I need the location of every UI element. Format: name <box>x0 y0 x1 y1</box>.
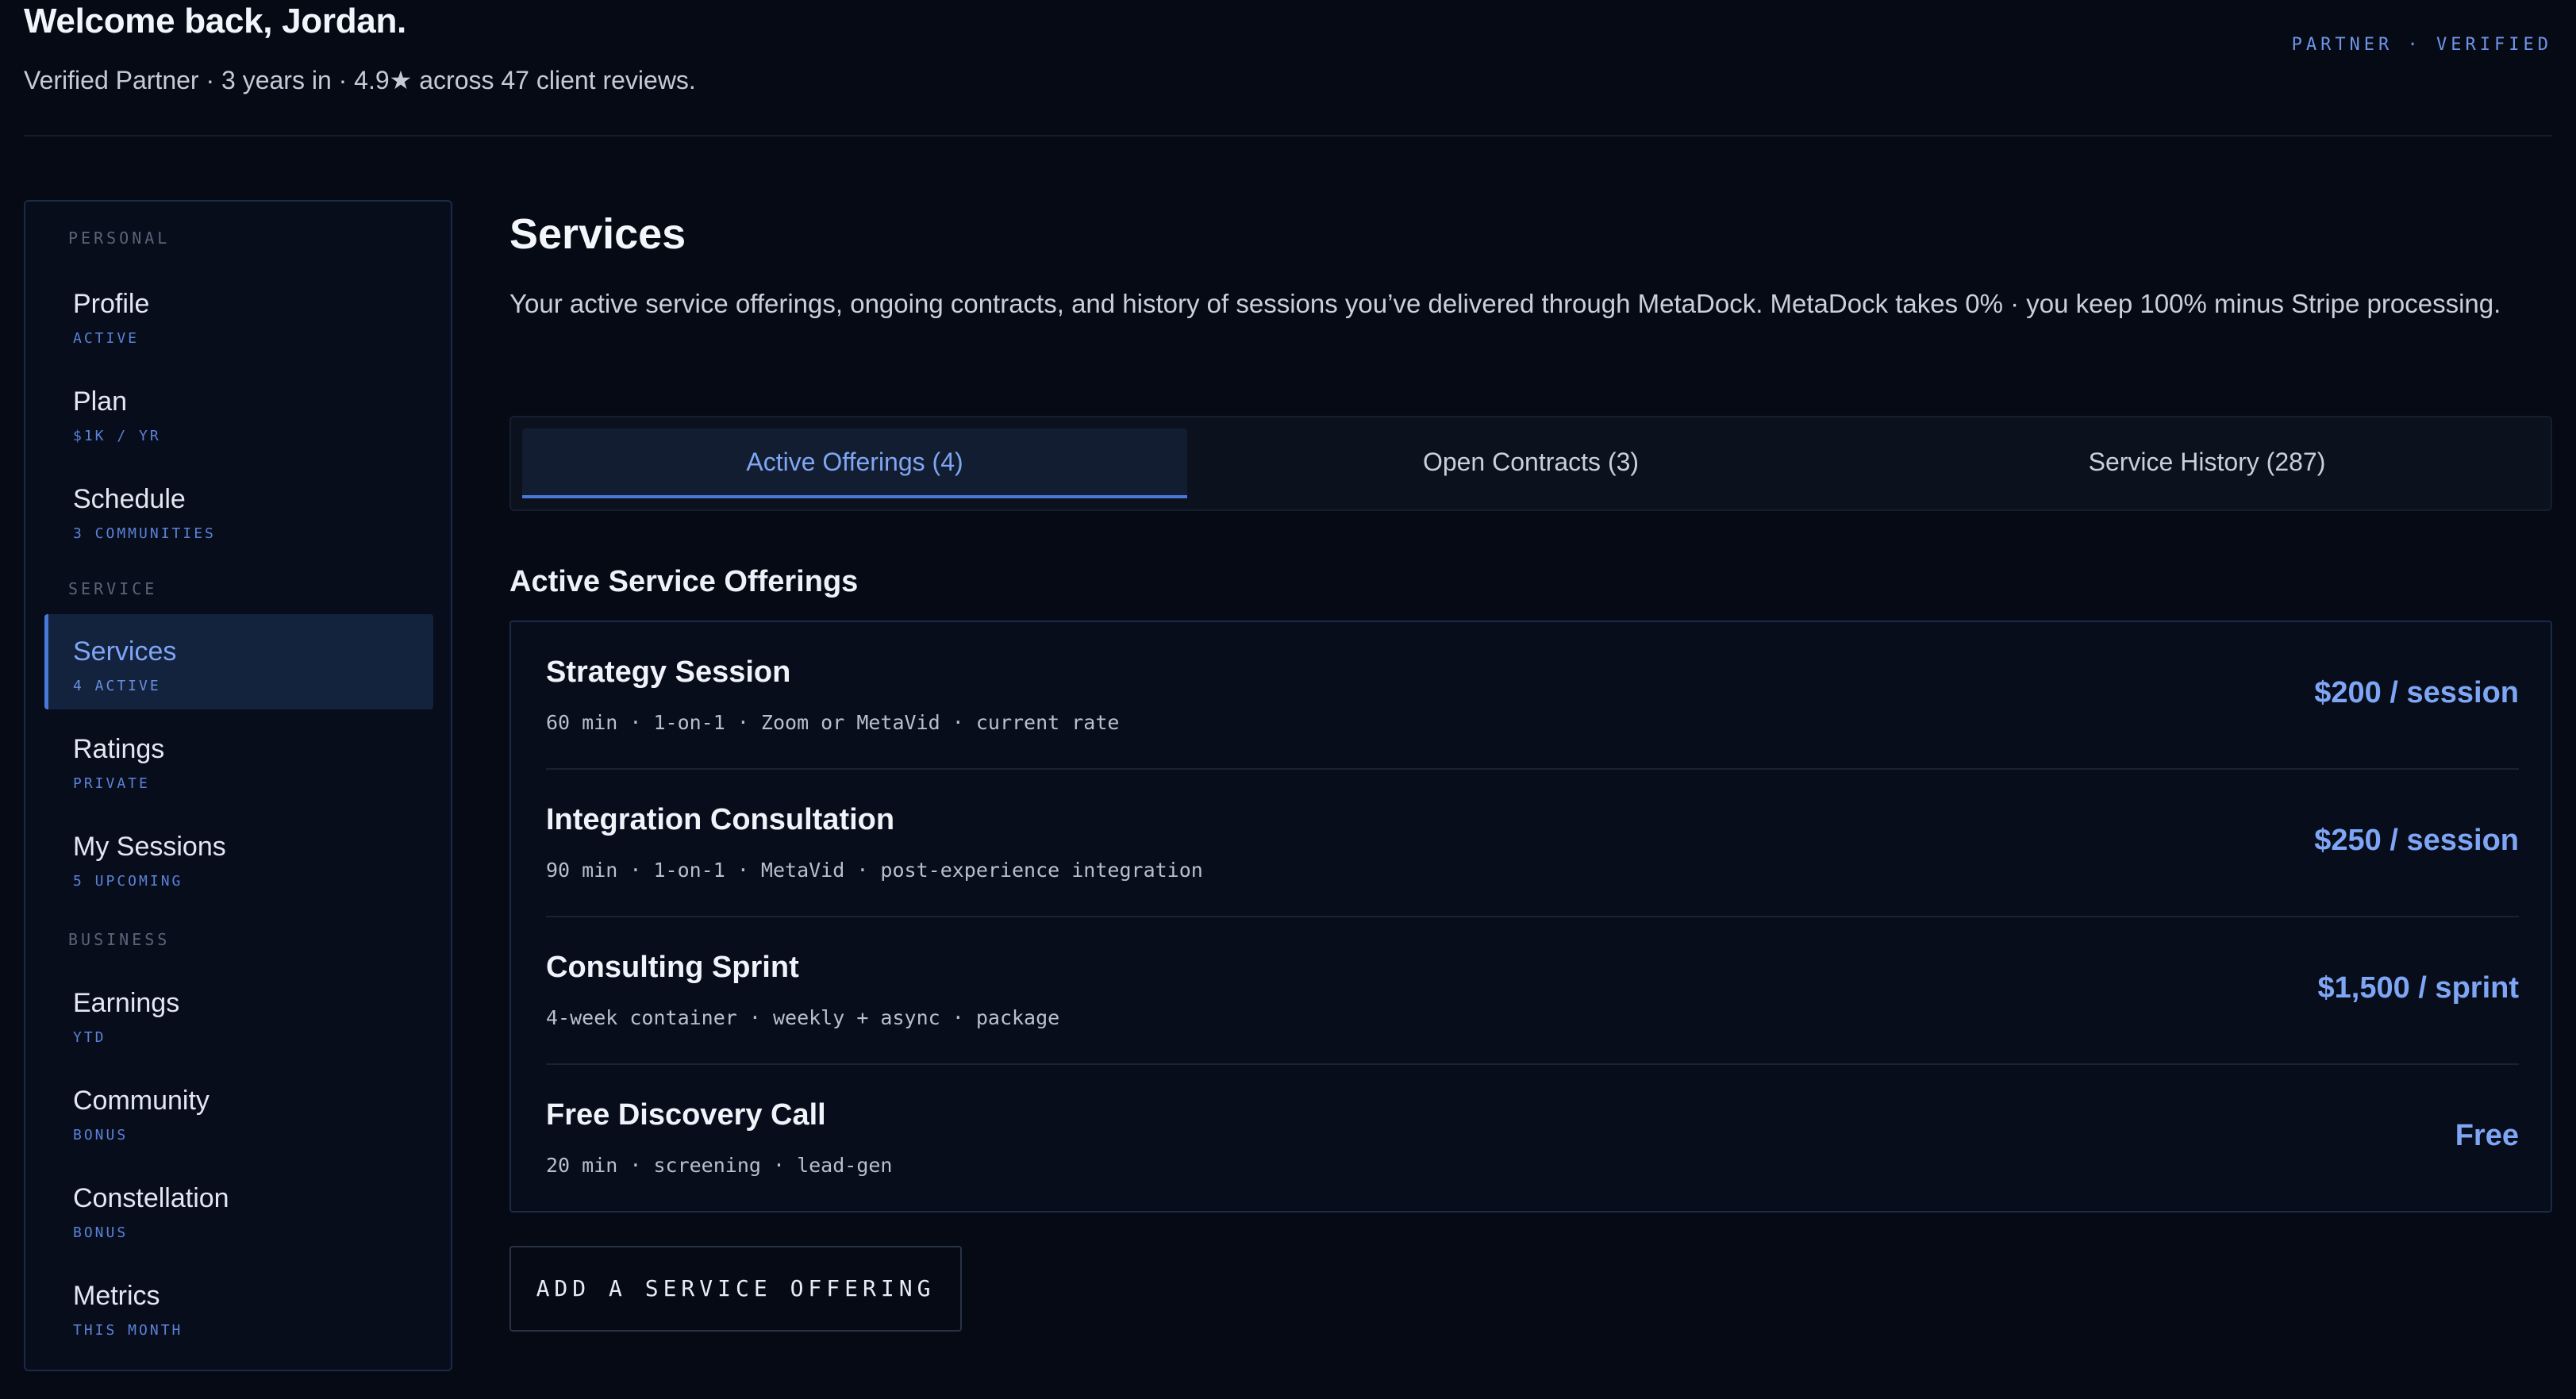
offer-meta: 20 min · screening · lead-gen <box>546 1154 893 1177</box>
sidebar-section-personal: PERSONAL <box>68 229 171 248</box>
page-title: Services <box>509 210 686 258</box>
sidebar-item-sub: ACTIVE <box>73 330 140 347</box>
offer-price: $1,500 / sprint <box>2317 971 2519 1005</box>
sidebar-item-services[interactable]: Services 4 ACTIVE <box>44 614 433 709</box>
sidebar-item-metrics[interactable]: Metrics THIS MONTH <box>44 1259 433 1354</box>
offer-name: Integration Consultation <box>546 803 895 836</box>
sidebar-item-label: Services <box>73 636 177 667</box>
sidebar-item-label: My Sessions <box>73 832 226 862</box>
sidebar-item-sub: 4 ACTIVE <box>73 678 161 694</box>
sidebar-item-sub: BONUS <box>73 1127 129 1143</box>
sidebar-item-label: Profile <box>73 289 150 319</box>
sidebar-item-constellation[interactable]: Constellation BONUS <box>44 1161 433 1256</box>
sidebar-item-sub: YTD <box>73 1029 106 1046</box>
offer-meta: 4-week container · weekly + async · pack… <box>546 1006 1060 1029</box>
section-title: Active Service Offerings <box>509 565 859 598</box>
offer-price: Free <box>2455 1119 2519 1152</box>
page-header: Welcome back, Jordan. Verified Partner ·… <box>24 0 2552 136</box>
offer-name: Consulting Sprint <box>546 951 799 984</box>
offer-name: Strategy Session <box>546 655 791 689</box>
sidebar-item-sub: 5 UPCOMING <box>73 873 183 890</box>
list-item[interactable]: Free Discovery Call 20 min · screening ·… <box>546 1065 2519 1213</box>
offer-price: $200 / session <box>2314 676 2519 709</box>
tab-bar: Active Offerings (4) Open Contracts (3) … <box>509 416 2552 511</box>
offer-name: Free Discovery Call <box>546 1098 826 1132</box>
sidebar-item-earnings[interactable]: Earnings YTD <box>44 966 433 1061</box>
sidebar-item-label: Schedule <box>73 484 186 514</box>
welcome-heading: Welcome back, Jordan. <box>24 2 406 40</box>
offer-price: $250 / session <box>2314 824 2519 857</box>
list-item[interactable]: Integration Consultation 90 min · 1-on-1… <box>546 770 2519 917</box>
offer-meta: 60 min · 1-on-1 · Zoom or MetaVid · curr… <box>546 711 1120 734</box>
tab-open-contracts[interactable]: Open Contracts (3) <box>1198 429 1863 498</box>
sidebar-item-sub: 3 COMMUNITIES <box>73 525 216 542</box>
sidebar-item-label: Constellation <box>73 1183 229 1213</box>
offerings-list: Strategy Session 60 min · 1-on-1 · Zoom … <box>509 621 2552 1213</box>
sidebar-item-label: Ratings <box>73 734 165 764</box>
sidebar-item-my-sessions[interactable]: My Sessions 5 UPCOMING <box>44 809 433 905</box>
sidebar-item-ratings[interactable]: Ratings PRIVATE <box>44 712 433 807</box>
sidebar-section-business: BUSINESS <box>68 930 171 949</box>
sidebar-item-plan[interactable]: Plan $1K / YR <box>44 364 433 459</box>
list-item[interactable]: Strategy Session 60 min · 1-on-1 · Zoom … <box>546 622 2519 770</box>
tab-active-offerings[interactable]: Active Offerings (4) <box>522 429 1187 498</box>
page-description: Your active service offerings, ongoing c… <box>509 289 2501 318</box>
partner-summary: Verified Partner · 3 years in · 4.9★ acr… <box>24 66 696 94</box>
sidebar-item-label: Earnings <box>73 988 180 1018</box>
sidebar-section-service: SERVICE <box>68 579 158 598</box>
sidebar-item-sub: $1K / YR <box>73 428 161 444</box>
sidebar-item-sub: PRIVATE <box>73 775 150 792</box>
sidebar-item-sub: THIS MONTH <box>73 1322 183 1339</box>
add-service-offering-button[interactable]: ADD A SERVICE OFFERING <box>509 1246 962 1332</box>
offer-meta: 90 min · 1-on-1 · MetaVid · post-experie… <box>546 859 1203 882</box>
sidebar: PERSONAL Profile ACTIVE Plan $1K / YR Sc… <box>24 200 452 1371</box>
status-badge: PARTNER · VERIFIED <box>2291 35 2552 55</box>
sidebar-item-community[interactable]: Community BONUS <box>44 1063 433 1159</box>
sidebar-item-label: Plan <box>73 386 128 417</box>
sidebar-item-profile[interactable]: Profile ACTIVE <box>44 267 433 362</box>
sidebar-item-schedule[interactable]: Schedule 3 COMMUNITIES <box>44 462 433 557</box>
sidebar-item-sub: BONUS <box>73 1224 129 1241</box>
list-item[interactable]: Consulting Sprint 4-week container · wee… <box>546 917 2519 1065</box>
sidebar-item-label: Community <box>73 1086 210 1116</box>
sidebar-item-label: Metrics <box>73 1281 160 1311</box>
tab-service-history[interactable]: Service History (287) <box>1874 429 2539 498</box>
